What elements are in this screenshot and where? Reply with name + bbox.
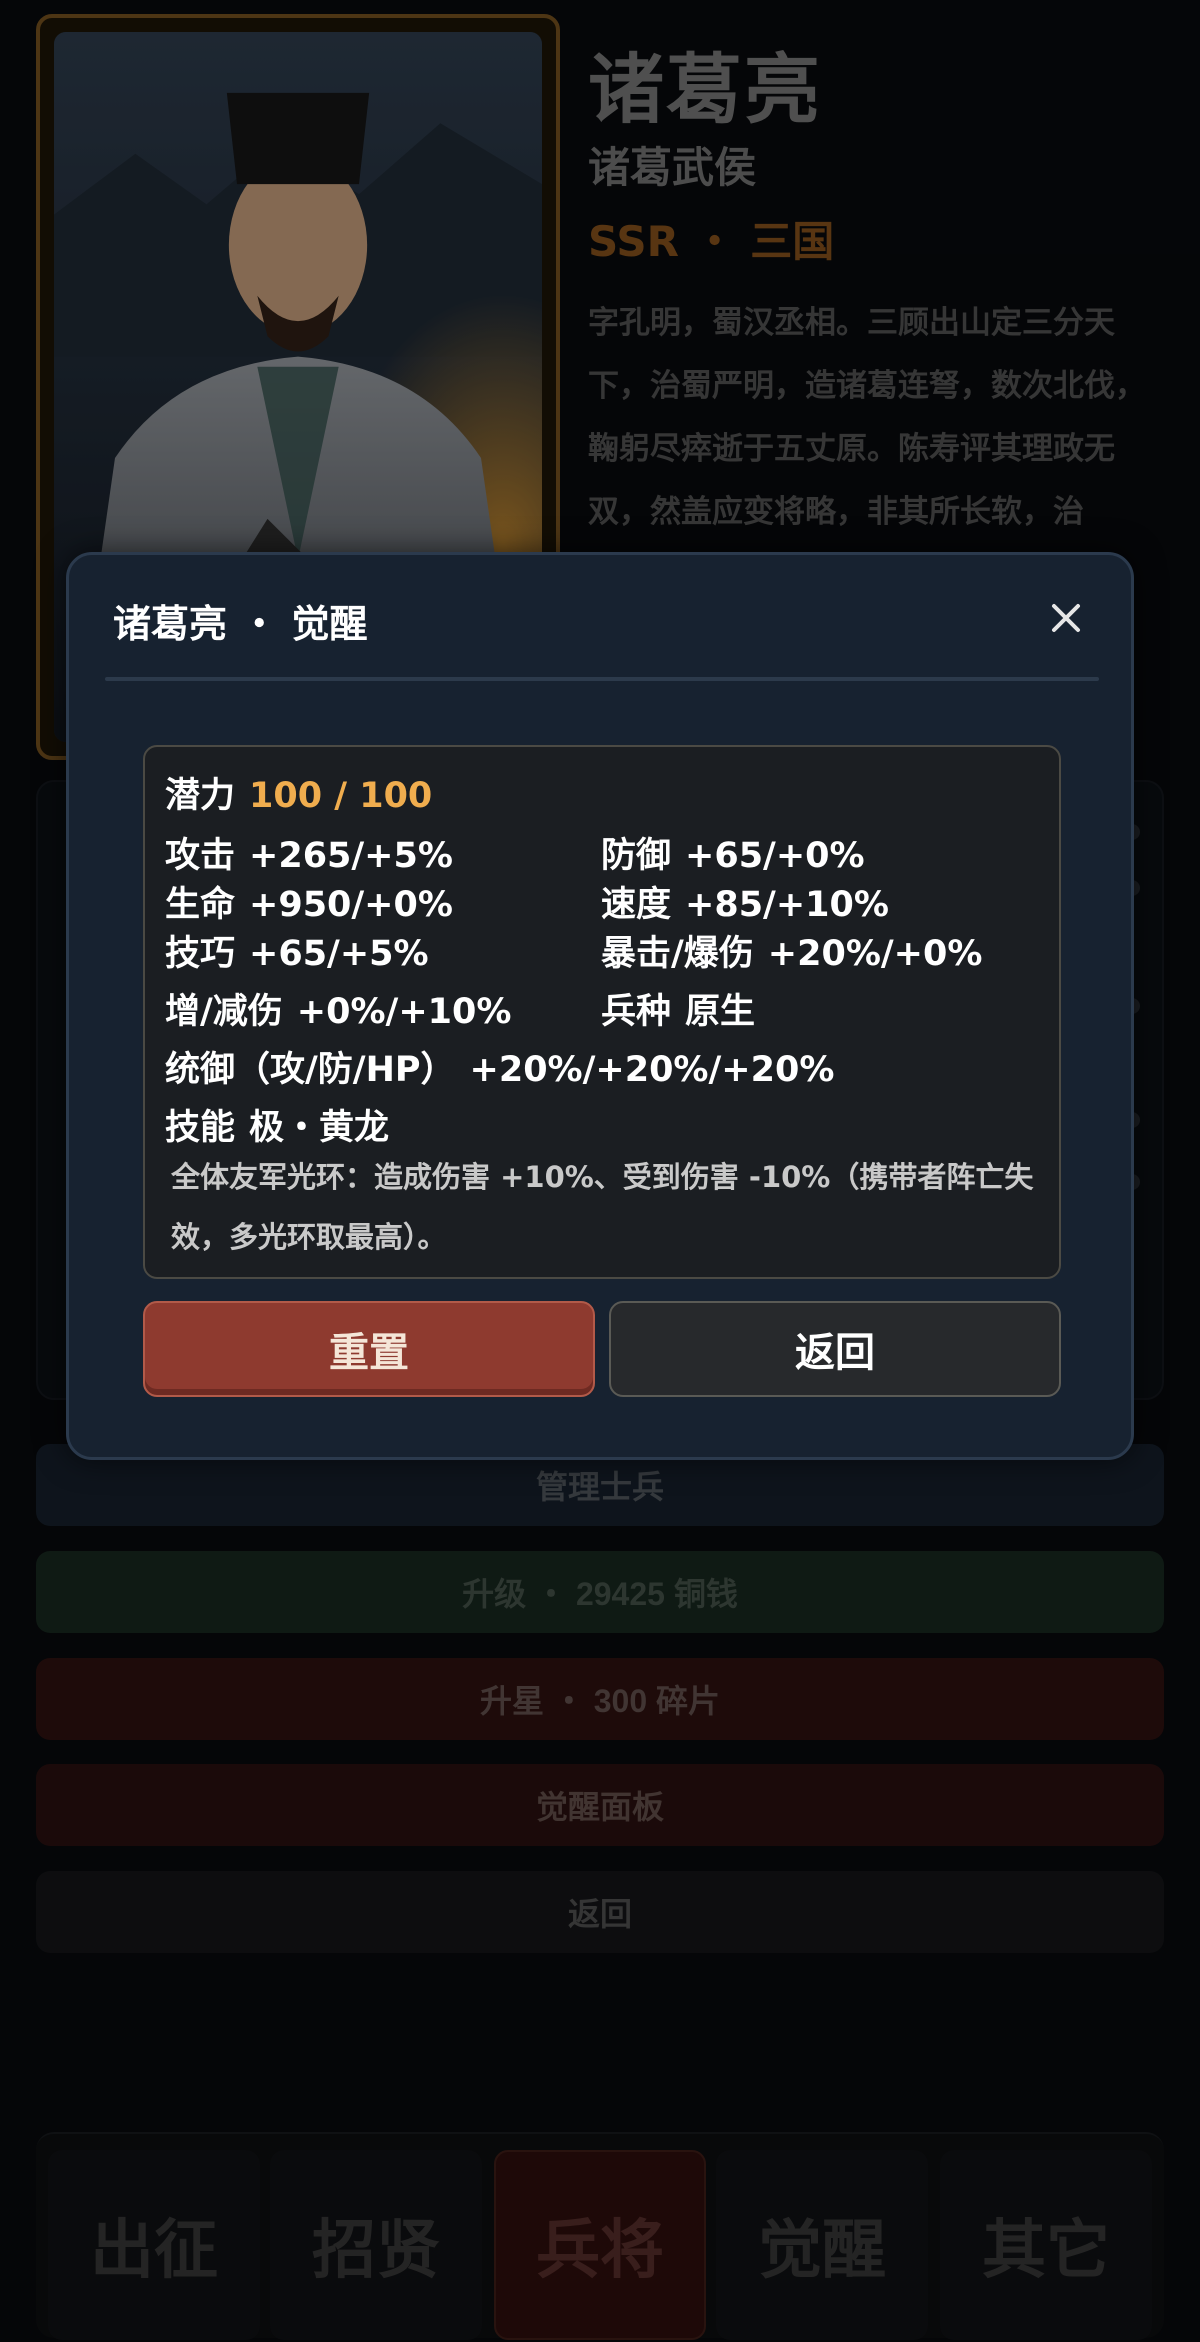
stat-speed: 速度 +85/+10%: [601, 876, 889, 927]
awaken-modal: 诸葛亮 ・ 觉醒 潜力 100 / 100 攻击 +265/+5% 防御 +65/+0…: [66, 552, 1134, 1460]
stat-label: 防御: [601, 836, 672, 876]
stat-label: 潜力: [165, 776, 236, 816]
stat-value: +65/+0%: [685, 836, 865, 876]
stat-potential: 潜力 100 / 100: [165, 767, 432, 818]
stat-value: +65/+5%: [249, 934, 429, 974]
stat-skill: 技巧 +65/+5%: [165, 925, 429, 976]
stat-label: 统御（攻/防/HP）: [165, 1050, 456, 1090]
stat-attack: 攻击 +265/+5%: [165, 827, 453, 878]
stat-label: 攻击: [165, 836, 236, 876]
stat-value: +950/+0%: [249, 885, 453, 925]
stat-value: +20%/+20%/+20%: [469, 1050, 835, 1090]
stat-label: 增/减伤: [165, 992, 283, 1032]
stat-damage-mod: 增/减伤 +0%/+10%: [165, 983, 511, 1034]
stat-defense: 防御 +65/+0%: [601, 827, 865, 878]
stat-label: 生命: [165, 885, 236, 925]
stat-value: 100 / 100: [249, 776, 433, 816]
stat-value: +0%/+10%: [296, 992, 512, 1032]
stat-value: +265/+5%: [249, 836, 453, 876]
hero-detail-screen: 诸葛亮 诸葛武侯 SSR ・ 三国 字孔明，蜀汉丞相。三顾出山定三分天下，治蜀严…: [0, 0, 1200, 2342]
ability-description: 全体友军光环：造成伤害 +10%、受到伤害 -10%（携带者阵亡失效，多光环取最…: [171, 1160, 1034, 1254]
stat-hp: 生命 +950/+0%: [165, 876, 453, 927]
close-icon[interactable]: [1039, 591, 1093, 645]
stat-value: 原生: [685, 992, 756, 1032]
modal-divider: [105, 677, 1099, 681]
reset-button[interactable]: 重置: [143, 1301, 595, 1397]
stat-value: +85/+10%: [685, 885, 889, 925]
stat-label: 技能: [165, 1108, 236, 1148]
stat-label: 技巧: [165, 934, 236, 974]
stat-crit: 暴击/爆伤 +20%/+0%: [601, 925, 982, 976]
stat-label: 速度: [601, 885, 672, 925]
stat-troop-type: 兵种 原生: [601, 983, 755, 1034]
stat-value: +20%/+0%: [767, 934, 983, 974]
stat-command: 统御（攻/防/HP） +20%/+20%/+20%: [165, 1041, 834, 1092]
awaken-stats-box: 潜力 100 / 100 攻击 +265/+5% 防御 +65/+0% 生命 +950/…: [143, 745, 1061, 1279]
stat-label: 暴击/爆伤: [601, 934, 754, 974]
stat-label: 兵种: [601, 992, 672, 1032]
modal-title: 诸葛亮 ・ 觉醒: [113, 602, 368, 646]
stat-value: 极・黄龙: [249, 1108, 390, 1148]
stat-ability: 技能 极・黄龙: [165, 1099, 389, 1150]
return-button[interactable]: 返回: [609, 1301, 1061, 1397]
